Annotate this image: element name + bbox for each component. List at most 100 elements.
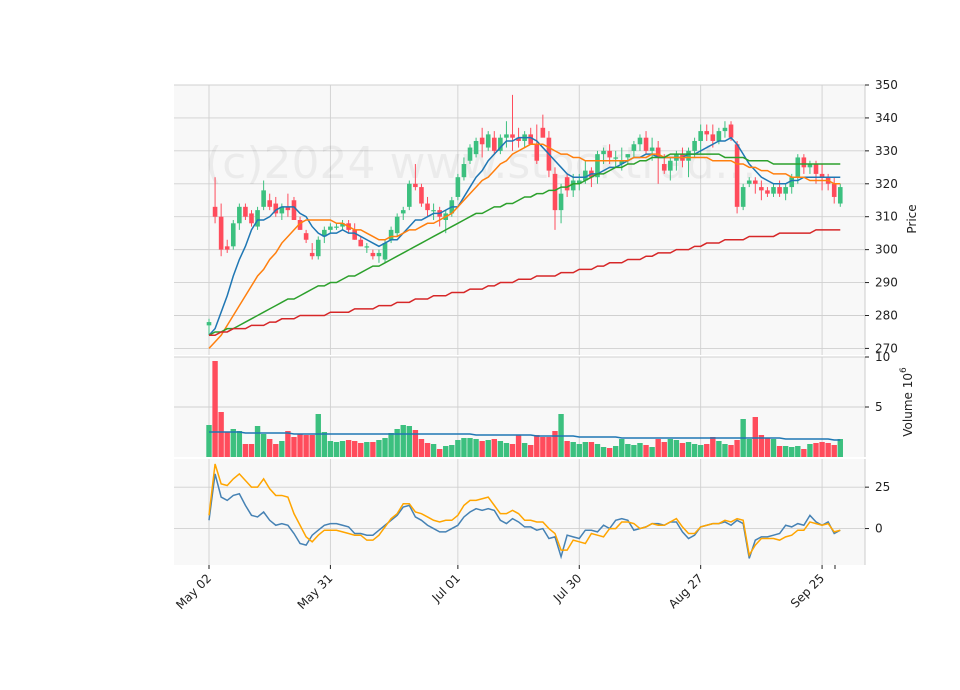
volume-bar [376,440,382,457]
volume-bar [716,441,722,457]
volume-bar [722,444,728,457]
x-tick-label: Jul 30 [550,571,584,605]
candle-body [249,213,254,224]
volume-bar [236,431,243,457]
volume-bar [734,440,740,457]
candle-body [649,147,655,151]
volume-bar [637,443,643,457]
candle-body [315,239,321,257]
volume-bar [491,439,497,457]
candle-body [765,190,770,194]
volume-bar [825,443,831,457]
volume-bar [242,444,249,457]
candle-body [419,187,424,204]
candle-body [607,150,612,158]
candle-body [218,216,224,250]
volume-bar [631,445,637,457]
volume-bar [697,445,704,457]
volume-bar [503,443,510,457]
volume-bar [382,438,388,457]
volume-bar [479,441,485,457]
volume-bar [576,444,582,457]
chart-canvas: (c)2024 www.stocktrad... 270280290300310… [173,78,919,612]
volume-bar [752,417,758,457]
candle-body [224,246,230,250]
volume-bar [625,444,631,457]
volume-tick-label: 5 [875,400,883,414]
volume-bar [443,446,449,457]
volume-bar [546,437,552,457]
volume-bar [248,444,255,457]
candle-body [376,252,382,257]
volume-bar [260,434,267,457]
volume-axis-label: Volume 106 [899,367,915,437]
volume-bar [515,435,522,457]
candle-body [728,124,734,138]
candle-body [661,164,667,171]
price-tick-label: 290 [875,276,898,290]
candle-body [400,210,406,214]
price-tick-label: 340 [875,111,898,125]
volume-bar [807,444,813,457]
candle-body [710,134,716,141]
volume-bar [273,444,279,457]
oscillator-tick-label: 25 [875,480,890,494]
price-panel [174,85,865,355]
candle-body [407,183,412,207]
volume-bar [619,439,625,457]
volume-bar [230,429,236,457]
volume-bar [782,446,789,457]
volume-bar [612,446,619,457]
volume-bar [303,435,309,457]
volume-tick-label: 10 [875,350,890,364]
volume-bar [649,447,655,457]
volume-bar [467,438,473,457]
volume-bar [218,412,224,457]
candle-body [358,239,364,247]
volume-bar [673,440,680,457]
candle-body [261,190,266,207]
volume-bar [594,444,601,457]
volume-bar [327,441,334,457]
candle-body [777,187,782,194]
candle-body [370,252,376,257]
candle-body [746,180,752,184]
volume-bar [837,439,843,457]
candle-body [740,187,746,207]
candle-body [704,131,710,135]
volume-bar [436,449,443,457]
price-tick-label: 310 [875,210,898,224]
volume-bar [449,445,455,457]
candle-body [637,137,643,145]
candle-body [552,173,558,211]
volume-bar [254,426,261,457]
volume-axis-exponent: 6 [899,367,909,373]
candle-body [328,226,333,230]
volume-bar [461,438,467,457]
candle-body [564,177,570,191]
volume-bar [364,442,370,457]
candle-body [716,131,722,141]
volume-bar [710,437,716,457]
volume-bar [540,437,546,457]
price-tick-label: 350 [875,78,898,92]
volume-bar [813,443,819,457]
candle-body [243,206,248,217]
volume-bar [418,439,425,457]
volume-bar [497,441,504,457]
volume-bar [588,442,595,457]
candle-body [783,187,788,194]
candle-body [510,134,515,138]
candle-body [237,206,242,224]
volume-bar [285,431,291,457]
chart-figure: (c)2024 www.stocktrad... 270 280 290 300 310… [0,0,960,690]
x-tick-label: May 31 [295,571,336,612]
volume-axis-label-text: Volume 10 [901,373,915,437]
candle-body [413,183,418,188]
candle-body [771,187,776,194]
volume-bar [667,439,674,457]
candle-body [540,127,546,138]
volume-bar [358,443,364,457]
volume-bar [764,438,771,457]
volume-bar [267,439,273,457]
